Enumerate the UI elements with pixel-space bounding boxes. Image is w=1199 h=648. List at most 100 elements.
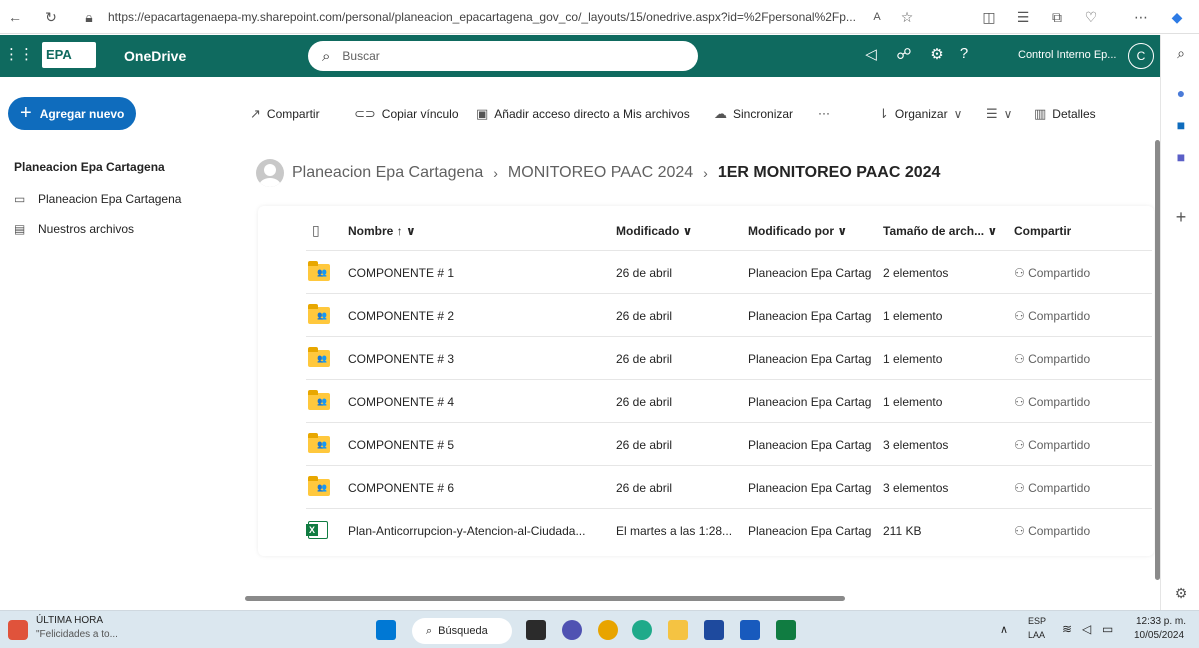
news-title[interactable]: ÚLTIMA HORA [36, 615, 103, 626]
file-name[interactable]: COMPONENTE # 4 [348, 395, 454, 409]
teams-icon[interactable]: ■ [1171, 147, 1191, 167]
add-shortcut-button[interactable]: ▣ Añadir acceso directo a Mis archivos [476, 106, 690, 122]
lock-icon[interactable]: 🔒︎ [78, 6, 100, 28]
sort-icon: ⇂ [878, 106, 889, 121]
share-status[interactable]: ⚇ Compartido [1014, 395, 1090, 409]
breadcrumb-item[interactable]: Planeacion Epa Cartagena [292, 164, 483, 182]
shared-folder-icon [308, 347, 330, 367]
search-icon[interactable]: ⌕ [1171, 43, 1191, 63]
shopping-icon[interactable]: ● [1171, 83, 1191, 103]
address-bar[interactable]: https://epacartagenaepa-my.sharepoint.co… [108, 5, 858, 29]
back-icon[interactable]: ← [4, 6, 26, 28]
file-modified-by: Planeacion Epa Cartag [748, 481, 872, 495]
file-name[interactable]: Plan-Anticorrupcion-y-Atencion-al-Ciudad… [348, 524, 608, 538]
file-size: 1 elemento [883, 352, 943, 366]
sidebar-section-title[interactable]: Planeacion Epa Cartagena [14, 160, 165, 174]
meet-icon[interactable] [562, 620, 582, 640]
epa-logo[interactable]: EPA [42, 42, 96, 68]
word-icon[interactable] [740, 620, 760, 640]
search-icon: ⌕ [426, 624, 433, 637]
column-modified[interactable]: Modificado ∨ [616, 224, 692, 238]
sidebar-item-planeacion[interactable]: ▭ Planeacion Epa Cartagena [14, 192, 181, 206]
view-options-button[interactable]: ☰ ∨ [986, 106, 1012, 122]
share-status[interactable]: ⚇ Compartido [1014, 352, 1090, 366]
clock-time[interactable]: 12:33 p. m. [1136, 616, 1186, 627]
file-name[interactable]: COMPONENTE # 3 [348, 352, 454, 366]
file-explorer-icon[interactable] [668, 620, 688, 640]
copy-link-button[interactable]: ⊂⊃ Copiar vínculo [354, 106, 459, 122]
share-status[interactable]: ⚇ Compartido [1014, 266, 1090, 280]
share-button[interactable]: ↗ Compartir [250, 106, 320, 122]
app-launcher-icon[interactable]: ⋮⋮ [4, 45, 34, 63]
share-status[interactable]: ⚇ Compartido [1014, 438, 1090, 452]
table-row[interactable]: COMPONENTE # 6 26 de abril Planeacion Ep… [306, 466, 1152, 509]
collections-icon[interactable]: ⧉ [1046, 6, 1068, 28]
news-icon[interactable] [8, 620, 28, 640]
add-icon[interactable]: + [1171, 207, 1191, 227]
file-name[interactable]: COMPONENTE # 5 [348, 438, 454, 452]
library-icon: ▤ [14, 222, 26, 236]
sync-button[interactable]: ☁ Sincronizar [714, 106, 793, 122]
split-screen-icon[interactable]: ◫ [978, 6, 1000, 28]
table-row[interactable]: COMPONENTE # 4 26 de abril Planeacion Ep… [306, 380, 1152, 423]
more-icon[interactable]: ⋯ [1130, 6, 1152, 28]
details-button[interactable]: ▥ Detalles [1034, 106, 1096, 122]
clock-date[interactable]: 10/05/2024 [1134, 630, 1184, 641]
windows-start-icon[interactable] [376, 620, 396, 640]
store-icon[interactable] [704, 620, 724, 640]
app-name[interactable]: OneDrive [124, 48, 186, 64]
sidebar-item-nuestros-archivos[interactable]: ▤ Nuestros archivos [14, 222, 134, 236]
people-icon: ⚇ [1014, 524, 1029, 538]
share-status[interactable]: ⚇ Compartido [1014, 524, 1090, 538]
megaphone-icon[interactable]: ◁ [860, 45, 882, 63]
language-sub[interactable]: LAA [1028, 630, 1045, 640]
battery-icon[interactable]: ▭ [1102, 622, 1113, 636]
table-row[interactable]: COMPONENTE # 3 26 de abril Planeacion Ep… [306, 337, 1152, 380]
add-new-button[interactable]: + Agregar nuevo [8, 97, 136, 130]
file-modified-by: Planeacion Epa Cartag [748, 352, 872, 366]
column-modified-by[interactable]: Modificado por ∨ [748, 224, 847, 238]
file-name[interactable]: COMPONENTE # 1 [348, 266, 454, 280]
outlook-icon[interactable]: ■ [1171, 115, 1191, 135]
share-status[interactable]: ⚇ Compartido [1014, 481, 1090, 495]
settings-icon[interactable]: ⚙ [1171, 583, 1191, 603]
column-name[interactable]: Nombre ↑ ∨ [348, 224, 416, 238]
heart-icon[interactable]: ♡ [1080, 6, 1102, 28]
share-status[interactable]: ⚇ Compartido [1014, 309, 1090, 323]
news-text[interactable]: "Felicidades a to... [36, 629, 118, 640]
horizontal-scrollbar[interactable] [245, 596, 845, 601]
column-size[interactable]: Tamaño de arch... ∨ [883, 224, 997, 238]
account-name[interactable]: Control Interno Ep... [1018, 49, 1116, 61]
avatar[interactable]: C [1128, 43, 1154, 69]
table-row[interactable]: COMPONENTE # 5 26 de abril Planeacion Ep… [306, 423, 1152, 466]
file-name[interactable]: COMPONENTE # 2 [348, 309, 454, 323]
edge-icon[interactable] [632, 620, 652, 640]
refresh-icon[interactable]: ↻ [40, 6, 62, 28]
table-row[interactable]: COMPONENTE # 1 26 de abril Planeacion Ep… [306, 251, 1152, 294]
favorites-icon[interactable]: ☰ [1012, 6, 1034, 28]
favorite-star-icon[interactable]: ☆ [896, 6, 918, 28]
chevron-up-icon[interactable]: ∧ [1000, 623, 1008, 636]
help-icon[interactable]: ? [953, 45, 975, 62]
read-aloud-icon[interactable]: A [866, 6, 888, 28]
vertical-scrollbar[interactable] [1155, 140, 1160, 580]
more-button[interactable]: ··· [818, 106, 830, 120]
column-share[interactable]: Compartir [1014, 224, 1071, 238]
file-name[interactable]: COMPONENTE # 6 [348, 481, 454, 495]
organize-button[interactable]: ⇂ Organizar ∨ [878, 106, 962, 122]
table-row[interactable]: X Plan-Anticorrupcion-y-Atencion-al-Ciud… [306, 509, 1152, 552]
table-row[interactable]: COMPONENTE # 2 26 de abril Planeacion Ep… [306, 294, 1152, 337]
task-view-icon[interactable] [526, 620, 546, 640]
search-input[interactable]: ⌕ Buscar [308, 41, 698, 71]
taskbar-search[interactable]: ⌕ Búsqueda [412, 618, 512, 644]
info-pane-icon: ▥ [1034, 106, 1047, 121]
people-icon[interactable]: ☍ [893, 45, 915, 63]
copilot-icon[interactable]: ◆ [1166, 6, 1188, 28]
wifi-icon[interactable]: ≋ [1062, 622, 1072, 636]
chrome-icon[interactable] [598, 620, 618, 640]
breadcrumb-item[interactable]: MONITOREO PAAC 2024 [508, 164, 693, 182]
language[interactable]: ESP [1028, 616, 1046, 626]
volume-icon[interactable]: ◁ [1082, 622, 1091, 636]
excel-icon[interactable] [776, 620, 796, 640]
settings-icon[interactable]: ⚙ [926, 45, 948, 63]
